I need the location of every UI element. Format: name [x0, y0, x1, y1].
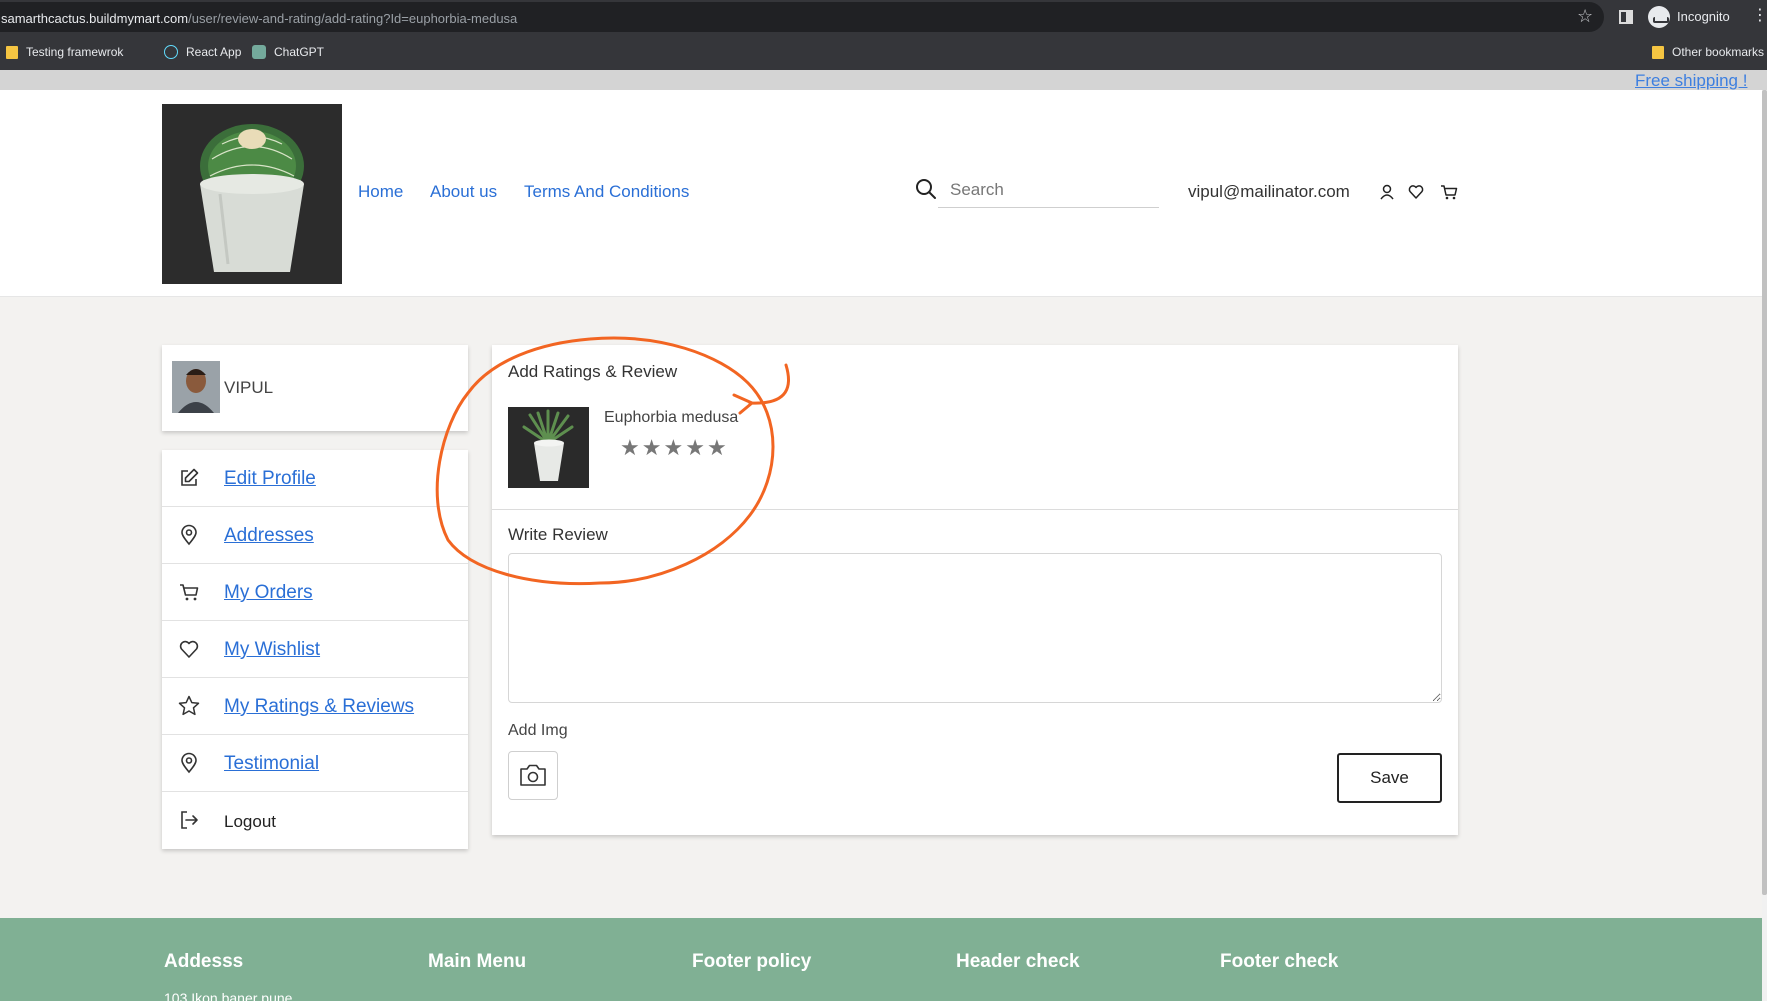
footer-heading-address: Addesss [164, 951, 244, 972]
logout-icon [181, 811, 198, 829]
footer-heading-footer-check: Footer check [1220, 951, 1339, 972]
product-name: Euphorbia medusa [604, 409, 739, 426]
nav-home[interactable]: Home [358, 182, 403, 202]
profile-name: VIPUL [224, 378, 274, 397]
scrollbar-thumb[interactable] [1762, 90, 1767, 895]
profile-card: VIPUL [162, 345, 468, 431]
cactus-logo-image [162, 104, 342, 284]
save-button[interactable]: Save [1337, 753, 1442, 803]
menu-label-my-orders[interactable]: My Orders [224, 582, 313, 604]
location-pin-icon [181, 752, 197, 774]
review-textarea[interactable] [508, 553, 1442, 703]
user-email: vipul@mailinator.com [1188, 182, 1350, 201]
menu-item-my-ratings-reviews[interactable]: My Ratings & Reviews [162, 678, 468, 735]
rating-star-5[interactable]: ★ [707, 438, 727, 460]
browser-menu-icon[interactable]: ⋮ [1752, 7, 1767, 23]
location-pin-icon [181, 524, 197, 546]
add-img-label: Add Img [508, 722, 568, 739]
add-image-button[interactable] [508, 751, 558, 800]
browser-address-bar: samarthcactus.buildmymart.com/user/revie… [0, 0, 1767, 34]
bookmarks-bar: Testing framewrok React App ChatGPT Othe… [0, 34, 1767, 70]
heart-icon[interactable] [1407, 183, 1425, 201]
menu-item-edit-profile[interactable]: Edit Profile [162, 450, 468, 507]
search-icon[interactable] [915, 178, 937, 200]
folder-icon [1652, 45, 1664, 59]
page-scrollbar[interactable] [1762, 90, 1767, 1001]
heart-icon [179, 640, 199, 658]
url-field[interactable]: samarthcactus.buildmymart.com/user/revie… [0, 2, 1604, 32]
avatar-image [172, 361, 220, 413]
product-image [508, 407, 589, 488]
review-card-title: Add Ratings & Review [508, 362, 678, 381]
react-icon [164, 45, 178, 59]
bookmark-star-icon[interactable]: ☆ [1577, 8, 1593, 26]
menu-item-addresses[interactable]: Addresses [162, 507, 468, 564]
menu-item-logout[interactable]: Logout [162, 792, 468, 849]
incognito-icon[interactable] [1648, 6, 1670, 28]
user-icon[interactable] [1378, 183, 1396, 201]
rating-star-1[interactable]: ★ [620, 438, 640, 460]
menu-label-testimonial[interactable]: Testimonial [224, 753, 319, 775]
camera-icon [520, 764, 546, 786]
chatgpt-icon [252, 45, 266, 59]
menu-item-my-wishlist[interactable]: My Wishlist [162, 621, 468, 678]
add-review-card: Add Ratings & Review Euphorbia medusa ★ … [492, 345, 1458, 835]
url-path: /user/review-and-rating/add-rating?Id=eu… [188, 11, 518, 26]
site-logo[interactable] [162, 104, 342, 284]
nav-terms-and-conditions[interactable]: Terms And Conditions [524, 182, 689, 202]
account-menu: Edit Profile Addresses My Orders My Wish… [162, 450, 468, 849]
star-rating-input[interactable]: ★ ★ ★ ★ ★ [620, 438, 727, 460]
site-header: Home About us Terms And Conditions vipul… [0, 90, 1767, 297]
free-shipping-link[interactable]: Free shipping ! [1635, 71, 1747, 90]
bookmark-label: Other bookmarks [1672, 45, 1765, 59]
write-review-label: Write Review [508, 525, 608, 544]
url-text: samarthcactus.buildmymart.com/user/revie… [1, 11, 517, 26]
menu-label-edit-profile[interactable]: Edit Profile [224, 468, 316, 490]
bookmark-chatgpt[interactable]: ChatGPT [252, 44, 324, 60]
bookmark-react-app[interactable]: React App [164, 44, 241, 60]
star-icon [178, 695, 200, 716]
section-divider [492, 509, 1458, 510]
bookmark-label: Testing framewrok [26, 45, 124, 59]
incognito-label[interactable]: Incognito [1677, 9, 1730, 24]
rating-star-2[interactable]: ★ [642, 438, 662, 460]
cart-icon[interactable] [1440, 183, 1458, 201]
bookmark-label: ChatGPT [274, 45, 325, 59]
menu-label-my-ratings-reviews[interactable]: My Ratings & Reviews [224, 696, 414, 718]
footer-address-text: 103 Ikon baner pune [164, 990, 293, 1001]
menu-label-logout[interactable]: Logout [224, 812, 276, 832]
edit-icon [181, 468, 199, 486]
footer-heading-header-check: Header check [956, 951, 1080, 972]
menu-item-my-orders[interactable]: My Orders [162, 564, 468, 621]
product-thumbnail [508, 407, 589, 488]
search-input[interactable] [938, 172, 1159, 208]
site-footer: Addesss Main Menu Footer policy Header c… [0, 918, 1762, 1001]
rating-star-4[interactable]: ★ [685, 438, 705, 460]
rating-star-3[interactable]: ★ [663, 438, 683, 460]
menu-item-testimonial[interactable]: Testimonial [162, 735, 468, 792]
menu-label-my-wishlist[interactable]: My Wishlist [224, 639, 320, 661]
bookmark-testing-framework[interactable]: Testing framewrok [6, 44, 123, 60]
promo-strip: Free shipping ! [0, 70, 1767, 90]
bookmark-label: React App [186, 45, 242, 59]
footer-heading-footer-policy: Footer policy [692, 951, 812, 972]
folder-icon [6, 45, 18, 59]
menu-label-addresses[interactable]: Addresses [224, 525, 314, 547]
url-host: samarthcactus.buildmymart.com [1, 11, 189, 26]
cart-icon [180, 584, 199, 601]
bookmark-other[interactable]: Other bookmarks [1652, 44, 1764, 60]
nav-about-us[interactable]: About us [430, 182, 497, 202]
footer-heading-main-menu: Main Menu [428, 951, 527, 972]
avatar[interactable] [172, 361, 220, 413]
side-panel-icon[interactable] [1619, 10, 1633, 24]
